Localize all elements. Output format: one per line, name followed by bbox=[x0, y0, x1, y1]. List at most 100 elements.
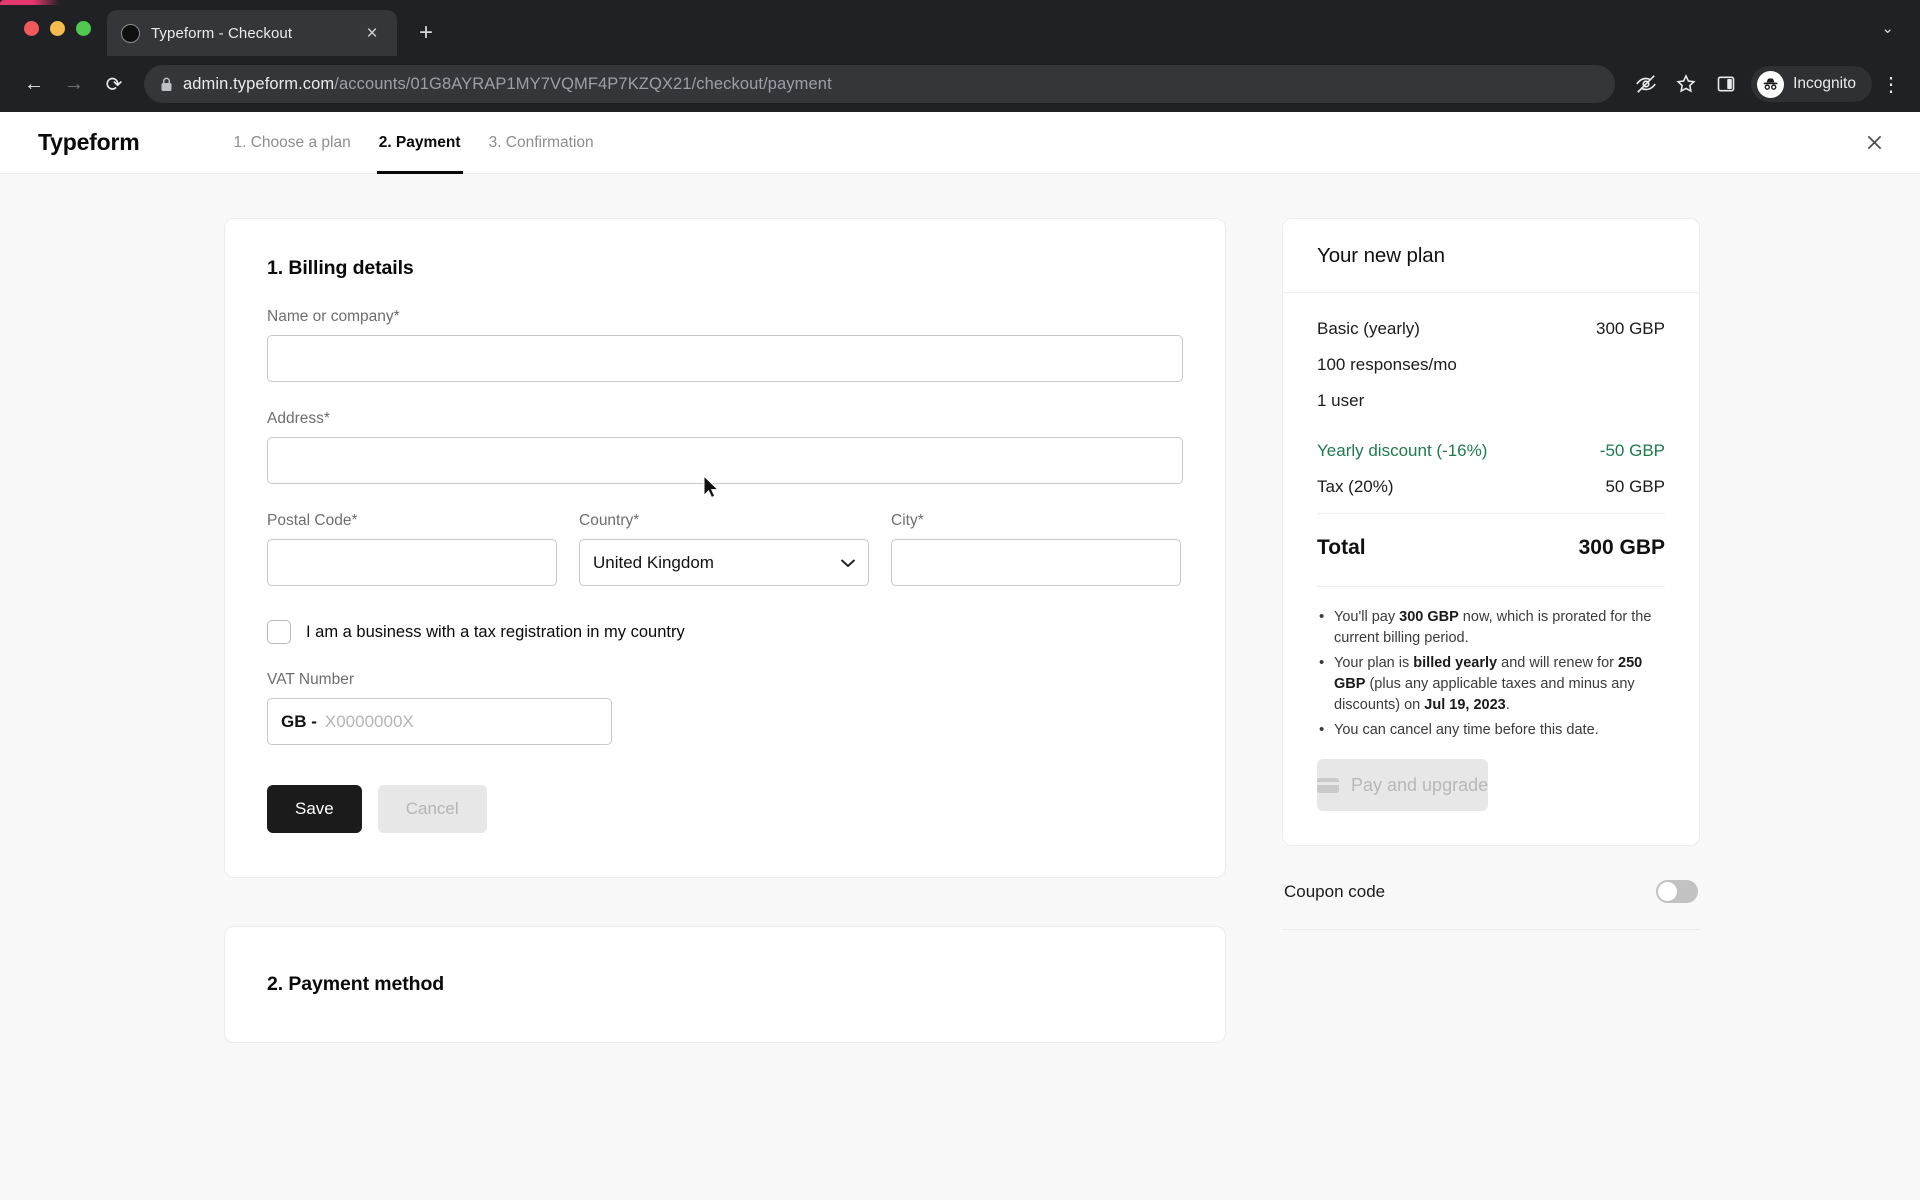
coupon-code-label: Coupon code bbox=[1284, 881, 1386, 901]
star-icon[interactable] bbox=[1669, 67, 1703, 101]
lock-icon bbox=[160, 77, 173, 92]
plan-price: 300 GBP bbox=[1596, 319, 1665, 338]
city-input[interactable] bbox=[891, 539, 1181, 586]
minimize-window-button[interactable] bbox=[50, 20, 65, 36]
eye-off-icon[interactable] bbox=[1629, 67, 1663, 101]
back-button[interactable]: ← bbox=[16, 66, 52, 102]
vat-country-prefix: GB - bbox=[281, 711, 317, 731]
name-or-company-field: Name or company* bbox=[267, 308, 1183, 382]
tax-label: Tax (20%) bbox=[1317, 477, 1394, 496]
address-field: Address* bbox=[267, 410, 1183, 484]
incognito-avatar-icon bbox=[1757, 70, 1785, 98]
vat-placeholder-text: X0000000X bbox=[324, 711, 414, 731]
plan-note: You'll pay 300 GBP now, which is prorate… bbox=[1317, 606, 1665, 649]
location-row: Postal Code* Country* United Kingdom Cit… bbox=[267, 512, 1183, 586]
profile-incognito-button[interactable]: Incognito bbox=[1751, 66, 1872, 102]
country-select-wrap: United Kingdom bbox=[579, 539, 869, 586]
save-button[interactable]: Save bbox=[267, 785, 362, 833]
forward-button[interactable]: → bbox=[56, 66, 92, 102]
business-tax-checkbox[interactable] bbox=[267, 620, 291, 644]
step-confirmation[interactable]: 3. Confirmation bbox=[475, 112, 608, 174]
plan-card-header: Your new plan bbox=[1283, 219, 1699, 293]
new-tab-button[interactable]: + bbox=[413, 20, 439, 46]
tax-amount: 50 GBP bbox=[1605, 477, 1665, 496]
browser-toolbar: ← → ⟳ admin.typeform.com/accounts/01G8AY… bbox=[0, 56, 1920, 112]
coupon-code-row[interactable]: Coupon code bbox=[1282, 850, 1700, 931]
step-choose-a-plan[interactable]: 1. Choose a plan bbox=[220, 112, 365, 174]
checkout-summary-column: Your new plan Basic (yearly) 300 GBP 100… bbox=[1282, 218, 1700, 1043]
business-tax-label: I am a business with a tax registration … bbox=[306, 622, 685, 641]
plan-feature-users: 1 user bbox=[1317, 391, 1365, 410]
business-tax-registration-row[interactable]: I am a business with a tax registration … bbox=[267, 620, 1183, 644]
country-select[interactable]: United Kingdom bbox=[579, 539, 869, 586]
url-text: admin.typeform.com/accounts/01G8AYRAP1MY… bbox=[183, 75, 832, 94]
checkout-main-column: 1. Billing details Name or company* Addr… bbox=[224, 218, 1226, 1043]
plan-heading: Your new plan bbox=[1317, 244, 1445, 267]
name-or-company-label: Name or company* bbox=[267, 308, 400, 325]
browser-menu-icon[interactable]: ⋮ bbox=[1878, 72, 1904, 97]
postal-code-label: Postal Code* bbox=[267, 512, 358, 529]
total-label: Total bbox=[1317, 536, 1366, 559]
chevron-down-icon[interactable]: ⌄ bbox=[1873, 11, 1902, 45]
browser-tab-strip: Typeform - Checkout × + ⌄ bbox=[0, 0, 1920, 56]
vat-number-input[interactable]: GB - X0000000X bbox=[267, 698, 612, 745]
step-payment[interactable]: 2. Payment bbox=[365, 112, 475, 174]
close-checkout-button[interactable] bbox=[1854, 123, 1894, 163]
pay-and-upgrade-label: Pay and upgrade bbox=[1351, 774, 1489, 795]
plan-notes-list: You'll pay 300 GBP now, which is prorate… bbox=[1317, 606, 1665, 741]
checkout-steps: 1. Choose a plan 2. Payment 3. Confirmat… bbox=[220, 112, 608, 174]
address-input[interactable] bbox=[267, 437, 1183, 484]
browser-tab[interactable]: Typeform - Checkout × bbox=[107, 10, 397, 56]
tab-title: Typeform - Checkout bbox=[151, 24, 293, 42]
your-new-plan-card: Your new plan Basic (yearly) 300 GBP 100… bbox=[1282, 218, 1700, 847]
brand-logo[interactable]: Typeform bbox=[38, 129, 140, 156]
url-host: admin.typeform.com bbox=[183, 74, 335, 93]
circle-favicon-icon bbox=[121, 23, 140, 43]
tax-row: Tax (20%) 50 GBP bbox=[1317, 477, 1665, 497]
coupon-code-toggle[interactable] bbox=[1656, 880, 1698, 904]
pay-and-upgrade-button[interactable]: Pay and upgrade bbox=[1317, 759, 1489, 812]
total-amount: 300 GBP bbox=[1578, 536, 1665, 559]
address-label: Address* bbox=[267, 410, 330, 427]
payment-method-card: 2. Payment method bbox=[224, 926, 1226, 1043]
close-window-button[interactable] bbox=[24, 20, 39, 36]
yearly-discount-label: Yearly discount (-16%) bbox=[1317, 441, 1488, 460]
plan-note: You can cancel any time before this date… bbox=[1317, 719, 1665, 741]
billing-details-title: 1. Billing details bbox=[267, 257, 414, 279]
vat-number-label: VAT Number bbox=[267, 671, 354, 688]
name-or-company-input[interactable] bbox=[267, 335, 1183, 382]
plan-name: Basic (yearly) bbox=[1317, 319, 1420, 338]
plan-card-body: Basic (yearly) 300 GBP 100 responses/mo … bbox=[1283, 293, 1699, 741]
credit-card-icon bbox=[1317, 777, 1339, 793]
close-icon[interactable]: × bbox=[359, 20, 385, 46]
page-viewport: Typeform 1. Choose a plan 2. Payment 3. … bbox=[0, 112, 1920, 1200]
window-controls[interactable] bbox=[14, 0, 107, 56]
yearly-discount-amount: -50 GBP bbox=[1599, 441, 1665, 460]
city-field: City* bbox=[891, 512, 1181, 586]
plan-note: Your plan is billed yearly and will rene… bbox=[1317, 652, 1665, 716]
payment-method-title: 2. Payment method bbox=[267, 973, 445, 995]
plan-feature-responses: 100 responses/mo bbox=[1317, 355, 1457, 374]
side-panel-icon[interactable] bbox=[1709, 67, 1743, 101]
address-bar[interactable]: admin.typeform.com/accounts/01G8AYRAP1MY… bbox=[144, 65, 1616, 103]
postal-code-field: Postal Code* bbox=[267, 512, 557, 586]
total-row: Total 300 GBP bbox=[1317, 536, 1665, 560]
plan-divider-2 bbox=[1317, 586, 1665, 587]
browser-window: Typeform - Checkout × + ⌄ ← → ⟳ admin.ty… bbox=[0, 0, 1920, 1200]
billing-details-card: 1. Billing details Name or company* Addr… bbox=[224, 218, 1226, 878]
maximize-window-button[interactable] bbox=[76, 20, 91, 36]
billing-actions: Save Cancel bbox=[267, 785, 1183, 833]
city-label: City* bbox=[891, 512, 924, 529]
profile-label: Incognito bbox=[1793, 75, 1856, 92]
plan-divider bbox=[1317, 513, 1665, 514]
plan-name-row: Basic (yearly) 300 GBP bbox=[1317, 319, 1665, 339]
yearly-discount-row: Yearly discount (-16%) -50 GBP bbox=[1317, 441, 1665, 461]
postal-code-input[interactable] bbox=[267, 539, 557, 586]
cancel-button[interactable]: Cancel bbox=[377, 785, 487, 833]
reload-button[interactable]: ⟳ bbox=[96, 66, 132, 102]
url-path: /accounts/01G8AYRAP1MY7VQMF4P7KZQX21/che… bbox=[334, 74, 832, 93]
toggle-knob bbox=[1658, 882, 1677, 902]
vat-number-field: VAT Number GB - X0000000X bbox=[267, 671, 612, 745]
checkout-content: 1. Billing details Name or company* Addr… bbox=[0, 174, 1920, 1043]
country-label: Country* bbox=[579, 512, 640, 529]
